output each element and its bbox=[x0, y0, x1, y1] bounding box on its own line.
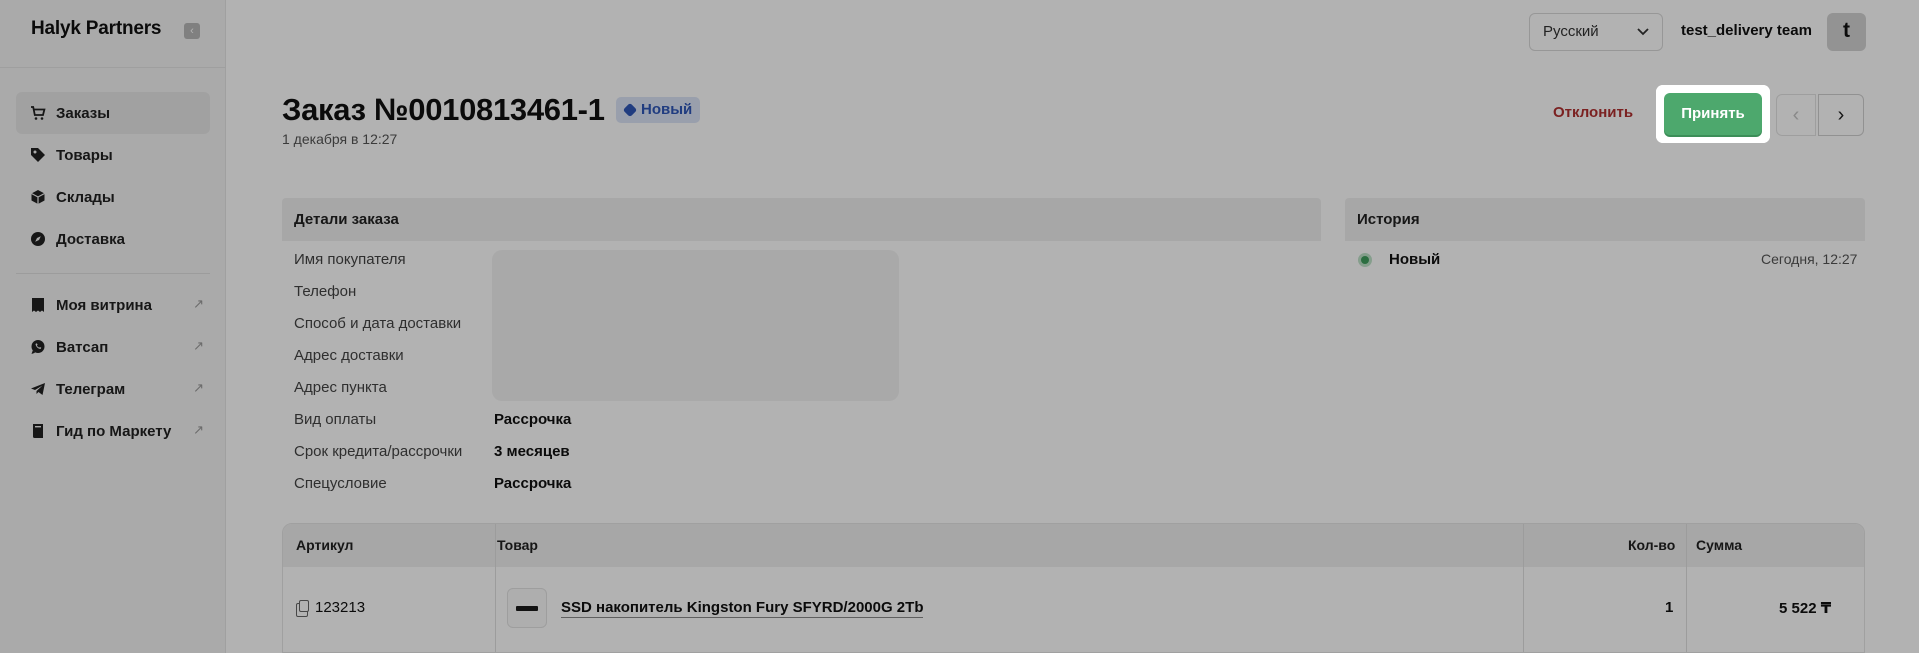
column-divider bbox=[1523, 524, 1524, 652]
reject-button[interactable]: Отклонить bbox=[1553, 104, 1633, 121]
sidebar-item-label: Моя витрина bbox=[56, 296, 152, 314]
redacted-customer-info bbox=[492, 250, 899, 401]
language-value: Русский bbox=[1543, 23, 1599, 40]
telegram-icon bbox=[30, 381, 46, 397]
sku-value: 123213 bbox=[315, 599, 366, 616]
table-header: Артикул Товар Кол-во Сумма bbox=[283, 524, 1864, 567]
compass-icon bbox=[30, 231, 46, 247]
collapse-sidebar-button[interactable]: ‹ bbox=[184, 23, 200, 39]
tag-icon bbox=[30, 147, 46, 163]
detail-label: Имя покупателя bbox=[294, 251, 406, 268]
sidebar-item-label: Гид по Маркету bbox=[56, 422, 172, 440]
book-icon bbox=[30, 423, 46, 439]
sidebar-item-label: Товары bbox=[56, 146, 113, 164]
sidebar-divider bbox=[16, 273, 210, 274]
box-icon bbox=[30, 189, 46, 205]
cart-icon bbox=[30, 105, 46, 121]
history-panel-header: История bbox=[1345, 198, 1865, 241]
detail-label: Срок кредита/рассрочки bbox=[294, 443, 463, 460]
order-items-table: Артикул Товар Кол-во Сумма 123213 SSD на… bbox=[282, 523, 1865, 653]
language-select[interactable]: Русский bbox=[1529, 13, 1663, 51]
storefront-icon bbox=[30, 297, 46, 313]
sidebar-divider bbox=[0, 67, 226, 68]
special-condition-value: Рассрочка bbox=[494, 475, 572, 492]
detail-label: Способ и дата доставки bbox=[294, 315, 462, 332]
qty-value: 1 bbox=[1665, 599, 1674, 616]
sidebar-item-products[interactable]: Товары bbox=[16, 134, 210, 176]
previous-order-button[interactable]: ‹ bbox=[1776, 94, 1816, 136]
detail-label: Спецусловие bbox=[294, 475, 387, 492]
sidebar-item-label: Склады bbox=[56, 188, 115, 206]
column-header-product: Товар bbox=[497, 537, 538, 553]
chevron-down-icon bbox=[1636, 14, 1650, 63]
history-status: Новый bbox=[1389, 251, 1441, 268]
chevron-left-icon: ‹ bbox=[1792, 104, 1800, 126]
product-thumbnail bbox=[507, 588, 547, 628]
external-link-icon: ↗ bbox=[193, 338, 204, 353]
status-badge-label: Новый bbox=[641, 101, 693, 118]
column-divider bbox=[495, 524, 496, 652]
external-link-icon: ↗ bbox=[193, 296, 204, 311]
detail-label: Адрес пункта bbox=[294, 379, 387, 396]
order-date: 1 декабря в 12:27 bbox=[282, 131, 398, 147]
status-dot-icon bbox=[1358, 253, 1372, 267]
chevron-right-icon: › bbox=[1837, 104, 1845, 126]
detail-label: Адрес доставки bbox=[294, 347, 404, 364]
page-title: Заказ №0010813461-1 bbox=[282, 92, 605, 127]
sidebar-item-label: Ватсап bbox=[56, 338, 109, 356]
whatsapp-icon bbox=[30, 339, 46, 355]
sidebar-item-warehouses[interactable]: Склады bbox=[16, 176, 210, 218]
history-time: Сегодня, 12:27 bbox=[1761, 251, 1858, 267]
detail-label: Вид оплаты bbox=[294, 411, 377, 428]
payment-type-value: Рассрочка bbox=[494, 411, 572, 428]
accept-spotlight: Принять bbox=[1656, 85, 1770, 143]
sidebar: Halyk Partners ‹ Заказы Товары Склады До bbox=[0, 0, 226, 653]
external-link-icon: ↗ bbox=[193, 422, 204, 437]
column-divider bbox=[1686, 524, 1687, 652]
external-link-icon: ↗ bbox=[193, 380, 204, 395]
sidebar-item-delivery[interactable]: Доставка bbox=[16, 218, 210, 260]
column-header-qty: Кол-во bbox=[1628, 537, 1676, 553]
status-badge: Новый bbox=[616, 97, 701, 123]
package-icon bbox=[622, 102, 638, 118]
sidebar-item-label: Доставка bbox=[56, 230, 125, 248]
sidebar-link-storefront[interactable]: Моя витрина ↗ bbox=[16, 284, 210, 326]
sidebar-item-label: Телеграм bbox=[56, 380, 126, 398]
sidebar-link-telegram[interactable]: Телеграм ↗ bbox=[16, 368, 210, 410]
details-panel-header: Детали заказа bbox=[282, 198, 1321, 241]
sidebar-item-label: Заказы bbox=[56, 104, 111, 122]
copy-icon[interactable] bbox=[296, 600, 309, 617]
sidebar-link-whatsapp[interactable]: Ватсап ↗ bbox=[16, 326, 210, 368]
sum-value: 5 522 ₸ bbox=[1779, 600, 1832, 617]
credit-term-value: 3 месяцев bbox=[494, 443, 570, 460]
column-header-sum: Сумма bbox=[1696, 537, 1743, 553]
sidebar-nav-main: Заказы Товары Склады Доставка Моя витрин… bbox=[16, 92, 210, 452]
sidebar-item-orders[interactable]: Заказы bbox=[16, 92, 210, 134]
column-header-sku: Артикул bbox=[296, 537, 354, 553]
team-name[interactable]: test_delivery team bbox=[1681, 22, 1812, 39]
avatar[interactable]: t bbox=[1827, 13, 1866, 51]
product-link[interactable]: SSD накопитель Kingston Fury SFYRD/2000G… bbox=[561, 599, 924, 618]
next-order-button[interactable]: › bbox=[1818, 94, 1864, 136]
sidebar-link-market-guide[interactable]: Гид по Маркету ↗ bbox=[16, 410, 210, 452]
brand-logo[interactable]: Halyk Partners bbox=[31, 18, 161, 40]
accept-button[interactable]: Принять bbox=[1664, 93, 1762, 135]
detail-label: Телефон bbox=[294, 283, 357, 300]
